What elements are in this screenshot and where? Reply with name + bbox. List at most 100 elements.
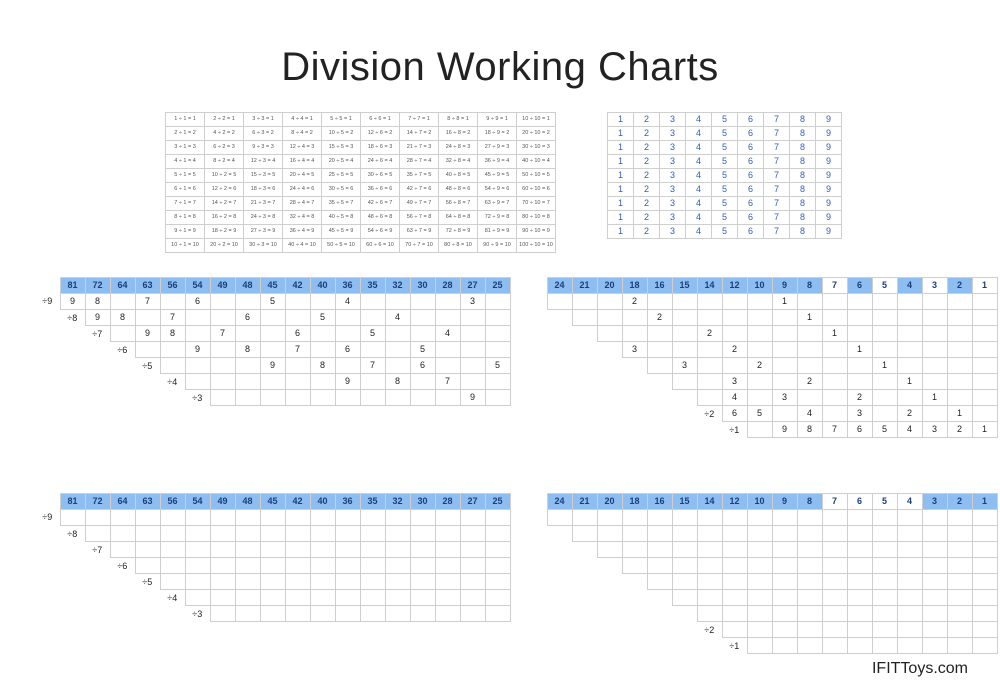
cell (772, 557, 797, 573)
cell (672, 637, 697, 653)
cell: 8 (385, 373, 410, 389)
cell (572, 309, 597, 325)
cell (922, 557, 947, 573)
cell: 1 (922, 389, 947, 405)
cell: 8 (790, 224, 816, 238)
cell (235, 389, 260, 405)
cell: 14 ÷ 2 = 7 (205, 196, 244, 210)
cell (922, 325, 947, 341)
cell (460, 325, 485, 341)
cell: 16 ÷ 4 = 4 (283, 154, 322, 168)
cell (235, 357, 260, 373)
cell (547, 525, 572, 541)
cell (35, 493, 60, 509)
cell (210, 525, 235, 541)
cell (460, 525, 485, 541)
cell (547, 293, 572, 309)
cell (235, 573, 260, 589)
cell (485, 605, 510, 621)
cell (135, 525, 160, 541)
cell (210, 309, 235, 325)
cell (60, 325, 85, 341)
cell (947, 341, 972, 357)
cell (972, 357, 997, 373)
cell (972, 325, 997, 341)
cell: 3 (922, 277, 947, 293)
cell: 15 ÷ 5 = 3 (322, 140, 361, 154)
cell: 32 (385, 277, 410, 293)
cell: 6 (738, 112, 764, 126)
cell: 2 (947, 277, 972, 293)
cell (360, 341, 385, 357)
cell: 12 ÷ 3 = 4 (244, 154, 283, 168)
cell (772, 509, 797, 525)
cell (522, 341, 547, 357)
cell (210, 589, 235, 605)
cell (722, 621, 747, 637)
cell (672, 605, 697, 621)
cell (797, 621, 822, 637)
cell: 28 ÷ 7 = 4 (400, 154, 439, 168)
cell (922, 573, 947, 589)
cell: 3 (847, 405, 872, 421)
cell (485, 525, 510, 541)
cell (547, 541, 572, 557)
cell: 9 (60, 293, 85, 309)
cell (235, 293, 260, 309)
cell: 1 ÷ 1 = 1 (166, 112, 205, 126)
cell (285, 557, 310, 573)
cell: 6 (738, 168, 764, 182)
cell: 54 ÷ 6 = 9 (361, 224, 400, 238)
cell (135, 341, 160, 357)
cell: 6 (738, 182, 764, 196)
cell (235, 525, 260, 541)
cell (897, 389, 922, 405)
cell (410, 605, 435, 621)
cell (522, 605, 547, 621)
cell: 18 (622, 493, 647, 509)
cell (85, 357, 110, 373)
cell: 6 (335, 341, 360, 357)
cell (772, 605, 797, 621)
cell: 4 (722, 389, 747, 405)
cell: 3 (922, 493, 947, 509)
cell (697, 557, 722, 573)
cell (335, 557, 360, 573)
cell (722, 589, 747, 605)
cell (972, 341, 997, 357)
cell: 1 (608, 196, 634, 210)
cell: 9 ÷ 9 = 1 (478, 112, 517, 126)
cell (647, 637, 672, 653)
cell (547, 389, 572, 405)
cell: 63 (135, 277, 160, 293)
cell (285, 373, 310, 389)
cell: 16 (647, 277, 672, 293)
cell (360, 509, 385, 525)
cell: 40 (310, 493, 335, 509)
cell (185, 325, 210, 341)
cell (185, 589, 210, 605)
cell (597, 421, 622, 437)
cell (697, 373, 722, 389)
cell (285, 573, 310, 589)
cell: 8 (790, 112, 816, 126)
cell (60, 605, 85, 621)
cell (822, 373, 847, 389)
cell (522, 421, 547, 437)
cell (847, 621, 872, 637)
cell (572, 341, 597, 357)
cell: 63 (135, 493, 160, 509)
cell: 2 (747, 357, 772, 373)
cell: 5 (712, 196, 738, 210)
cell: 6 (738, 126, 764, 140)
cell (160, 605, 185, 621)
cell (797, 573, 822, 589)
cell (485, 573, 510, 589)
cell (722, 509, 747, 525)
cell (385, 389, 410, 405)
cell: 20 ÷ 10 = 2 (517, 126, 556, 140)
cell: 1 (972, 277, 997, 293)
cell: 5 (410, 341, 435, 357)
cell: 54 (185, 277, 210, 293)
cell (135, 509, 160, 525)
